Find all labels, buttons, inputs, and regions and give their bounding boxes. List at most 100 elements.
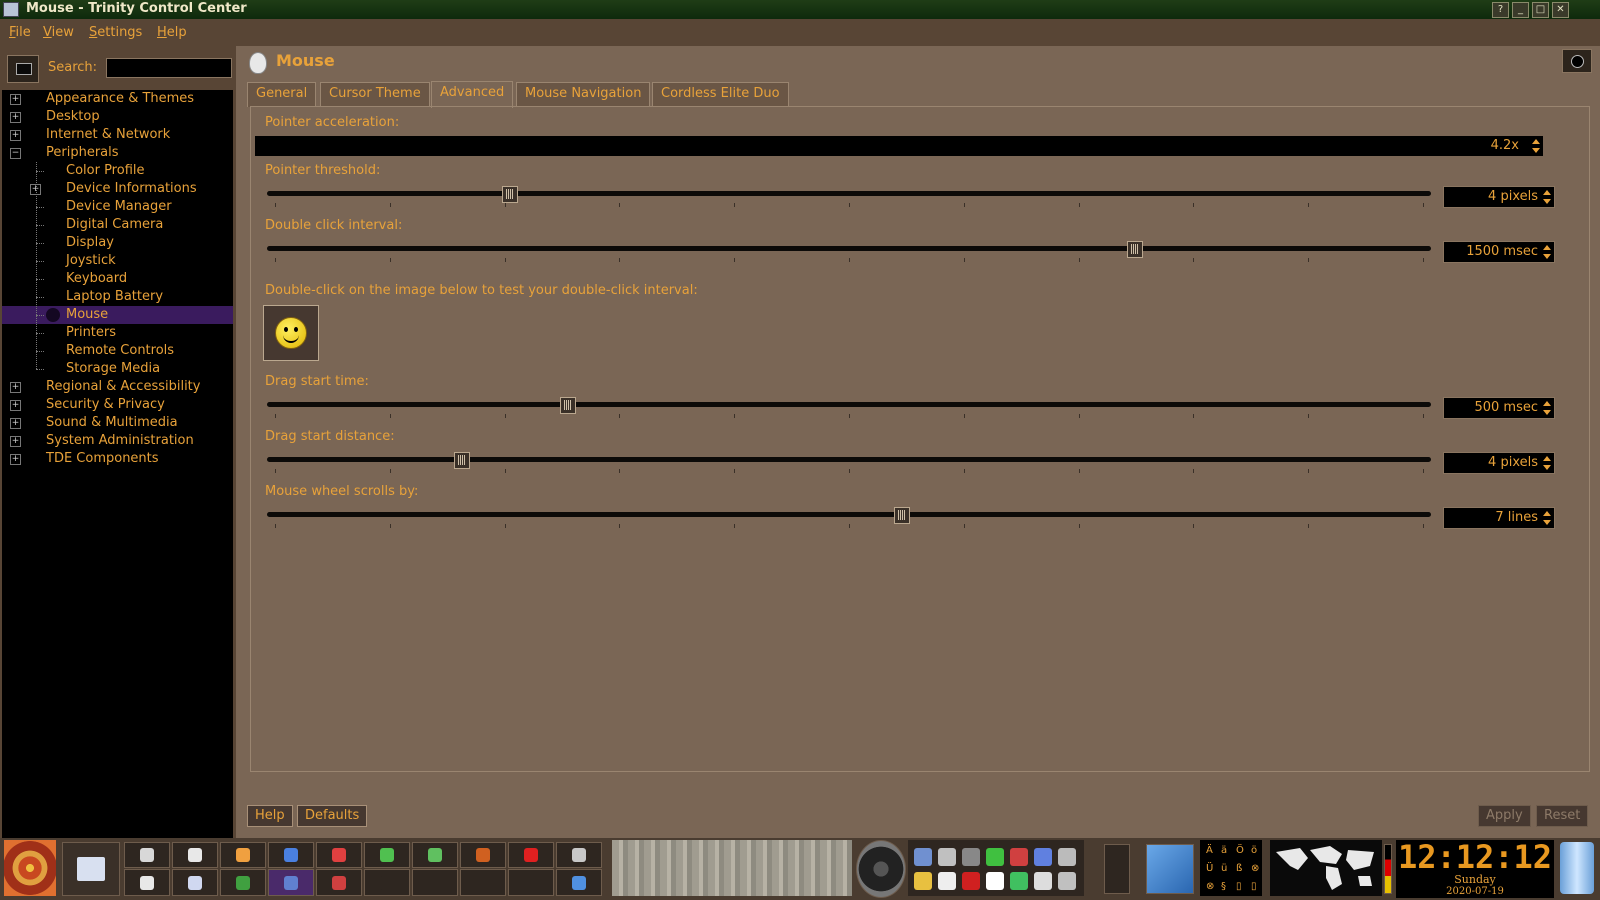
pointer-threshold-slider[interactable]: [267, 186, 1431, 213]
keyboard-char[interactable]: ⊗: [1206, 878, 1214, 896]
slider-handle[interactable]: [1126, 241, 1143, 258]
mouse-wheel-scrolls-slider[interactable]: [267, 507, 1431, 534]
tree-category[interactable]: + Internet & Network: [2, 126, 233, 144]
palette-icon[interactable]: [220, 869, 266, 896]
trinity-menu-icon[interactable]: [4, 840, 56, 896]
system-monitor-icon[interactable]: [856, 840, 906, 898]
chat-icon[interactable]: [172, 842, 218, 868]
color-picker-icon[interactable]: [1104, 844, 1130, 894]
spin-arrows-icon[interactable]: [1542, 399, 1552, 417]
slider-groove[interactable]: [267, 246, 1431, 251]
star-icon[interactable]: [1058, 848, 1076, 866]
spin-arrows-icon[interactable]: [1542, 454, 1552, 472]
drag-start-time-slider[interactable]: [267, 397, 1431, 424]
module-tree[interactable]: + Appearance & Themes + Desktop + Internet & …: [2, 90, 233, 880]
keyboard-char[interactable]: ▯: [1236, 878, 1242, 896]
photo-icon[interactable]: [316, 869, 362, 896]
menu-settings[interactable]: Settings: [89, 25, 142, 40]
tree-category[interactable]: + System Administration: [2, 432, 233, 450]
knotes-icon[interactable]: [914, 872, 932, 890]
keyboard-char[interactable]: §: [1221, 878, 1226, 896]
display-icon[interactable]: [914, 848, 932, 866]
disk-icon[interactable]: [316, 842, 362, 868]
help-window-button[interactable]: ?: [1492, 2, 1509, 18]
tab-mouse-navigation[interactable]: Mouse Navigation: [516, 82, 651, 107]
x-icon[interactable]: [1010, 872, 1028, 890]
slider-groove[interactable]: [267, 457, 1431, 462]
files-icon[interactable]: [172, 869, 218, 896]
flag-us-icon[interactable]: [962, 872, 980, 890]
keyboard-char[interactable]: ß: [1236, 860, 1242, 878]
usb-icon[interactable]: [1010, 848, 1028, 866]
keyboard-char[interactable]: ▯: [1251, 878, 1257, 896]
slider-handle[interactable]: [893, 507, 910, 524]
search-input[interactable]: [106, 58, 232, 78]
globe-icon[interactable]: [556, 869, 602, 896]
close-button[interactable]: ✕: [1552, 2, 1569, 18]
slider-groove[interactable]: [267, 402, 1431, 407]
drag-start-distance-spinbox[interactable]: 4 pixels: [1443, 452, 1555, 474]
spin-arrows-icon[interactable]: [1542, 243, 1552, 261]
slider-handle[interactable]: [502, 186, 519, 203]
menu-file[interactable]: File: [9, 25, 31, 40]
tab-advanced[interactable]: Advanced: [431, 81, 514, 108]
double-click-interval-spinbox[interactable]: 1500 msec: [1443, 241, 1555, 263]
shell-icon[interactable]: [124, 842, 170, 868]
amarok-icon[interactable]: [938, 872, 956, 890]
tree-category[interactable]: + TDE Components: [2, 450, 233, 468]
folder-icon[interactable]: [1146, 844, 1194, 894]
tab-cursor-theme[interactable]: Cursor Theme: [320, 82, 430, 107]
update-icon[interactable]: [220, 842, 266, 868]
mouse-wheel-scrolls-spinbox[interactable]: 7 lines: [1443, 507, 1555, 529]
tree-category[interactable]: + Sound & Multimedia: [2, 414, 233, 432]
keyboard-layout-applet[interactable]: Ää Öö Üü ß ⊗ ⊗ § ▯ ▯: [1200, 840, 1262, 896]
info-icon[interactable]: [1034, 872, 1052, 890]
terminal-icon[interactable]: [556, 842, 602, 868]
world-clock-map[interactable]: [1270, 840, 1382, 896]
blank-icon[interactable]: [508, 869, 554, 896]
arrow-icon[interactable]: [986, 848, 1004, 866]
leaf-icon[interactable]: [364, 842, 410, 868]
keyboard-char[interactable]: ⊗: [1251, 860, 1259, 878]
expand-icon[interactable]: +: [10, 130, 21, 141]
tree-category[interactable]: − Peripherals: [2, 144, 233, 162]
spin-arrows-icon[interactable]: [1531, 137, 1541, 155]
expand-icon[interactable]: +: [10, 382, 21, 393]
keyboard-char[interactable]: Ö: [1236, 842, 1244, 860]
expand-icon[interactable]: +: [10, 418, 21, 429]
expand-icon[interactable]: +: [10, 436, 21, 447]
media-play-icon[interactable]: [1034, 848, 1052, 866]
expand-icon[interactable]: +: [10, 94, 21, 105]
mouse-tray-icon[interactable]: [986, 872, 1004, 890]
spin-arrows-icon[interactable]: [1542, 188, 1552, 206]
tree-category[interactable]: + Regional & Accessibility: [2, 378, 233, 396]
trash-icon[interactable]: [1560, 842, 1594, 894]
drag-start-time-spinbox[interactable]: 500 msec: [1443, 397, 1555, 419]
apply-button[interactable]: Apply: [1478, 805, 1531, 827]
keyboard-char[interactable]: ö: [1251, 842, 1257, 860]
tab-cordless-elite-duo[interactable]: Cordless Elite Duo: [652, 82, 789, 107]
misc-icon[interactable]: [1058, 872, 1076, 890]
slider-groove[interactable]: [267, 191, 1431, 196]
slider-groove[interactable]: [267, 512, 1431, 517]
defaults-button[interactable]: Defaults: [297, 805, 368, 827]
app-icon[interactable]: [3, 2, 19, 17]
tab-general[interactable]: General: [247, 82, 317, 107]
reset-button[interactable]: Reset: [1536, 805, 1589, 827]
keyboard-char[interactable]: Ü: [1206, 860, 1213, 878]
double-click-interval-slider[interactable]: [267, 241, 1431, 268]
drag-start-distance-slider[interactable]: [267, 452, 1431, 479]
desktop-pager[interactable]: [612, 840, 852, 896]
whats-this-button[interactable]: [1562, 49, 1592, 73]
pointer-threshold-spinbox[interactable]: 4 pixels: [1443, 186, 1555, 208]
slider-handle[interactable]: [454, 452, 471, 469]
monitor-icon[interactable]: [124, 869, 170, 896]
blank-icon[interactable]: [364, 869, 410, 896]
expand-icon[interactable]: +: [10, 112, 21, 123]
spin-arrows-icon[interactable]: [1542, 509, 1552, 527]
slider-handle[interactable]: [559, 397, 576, 414]
keyboard-char[interactable]: Ä: [1206, 842, 1213, 860]
pdf-icon[interactable]: [508, 842, 554, 868]
control-center-icon[interactable]: [268, 869, 314, 896]
double-click-test-button[interactable]: [263, 305, 319, 361]
